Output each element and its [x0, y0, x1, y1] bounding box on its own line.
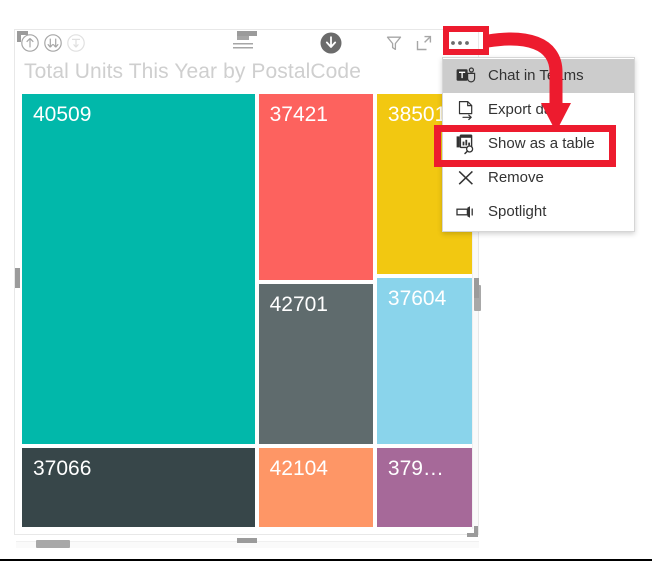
drill-mode-icon[interactable] — [319, 31, 343, 55]
more-options-context-menu[interactable]: Chat in Teams Export data Show as a tabl… — [442, 57, 635, 232]
treemap-tile[interactable]: 42701 — [256, 282, 375, 446]
selection-handle-bottom-center[interactable] — [237, 538, 257, 543]
menu-item-show-as-a-table[interactable]: Show as a table — [443, 127, 634, 161]
visual-title: Total Units This Year by PostalCode — [24, 60, 361, 83]
drill-down-icon[interactable] — [43, 33, 63, 53]
treemap-tile-label: 38501 — [387, 103, 447, 126]
menu-item-label: Export data — [488, 101, 565, 118]
treemap-tile-label: 42104 — [269, 456, 328, 480]
treemap-tile[interactable]: 379… — [374, 445, 475, 529]
selection-handle-middle-left[interactable] — [15, 268, 20, 288]
treemap-tile[interactable]: 37421 — [256, 92, 375, 283]
selection-handle-bottom-right[interactable] — [467, 526, 478, 537]
remove-icon — [455, 167, 477, 189]
menu-item-label: Remove — [488, 169, 544, 186]
treemap-tile-label: 40509 — [33, 103, 92, 126]
menu-item-label: Show as a table — [488, 135, 595, 152]
teams-icon — [455, 65, 477, 87]
treemap-tile[interactable]: 42104 — [256, 445, 375, 529]
menu-item-export-data[interactable]: Export data — [443, 93, 634, 127]
visual-horizontal-scroll-thumb[interactable] — [36, 540, 70, 548]
spotlight-icon — [455, 201, 477, 223]
export-data-icon — [455, 99, 477, 121]
show-as-table-icon — [455, 133, 477, 155]
selection-handle-middle-right[interactable] — [474, 278, 479, 298]
selection-handle-top-center[interactable] — [237, 31, 257, 36]
hierarchy-menu-icon[interactable] — [230, 33, 256, 53]
expand-all-icon[interactable] — [66, 33, 86, 53]
treemap-tile-label: 42701 — [269, 293, 328, 317]
treemap-tile[interactable]: 40509 — [20, 92, 257, 446]
filter-icon[interactable] — [384, 33, 404, 53]
screenshot-root: Total Units This Year by PostalCode 4050… — [0, 0, 652, 561]
menu-item-remove[interactable]: Remove — [443, 161, 634, 195]
treemap-tile-label: 37421 — [269, 103, 328, 126]
menu-item-label: Chat in Teams — [488, 67, 584, 84]
more-options-icon[interactable] — [446, 33, 474, 53]
selection-handle-top-left[interactable] — [17, 31, 28, 42]
treemap-tile[interactable]: 37066 — [20, 445, 257, 529]
treemap-tile-label: 37066 — [33, 456, 92, 480]
menu-item-spotlight[interactable]: Spotlight — [443, 195, 634, 229]
menu-item-chat-in-teams[interactable]: Chat in Teams — [443, 59, 634, 93]
treemap-plot-area[interactable]: 40509 37421 38501 42701 37604 37066 4210… — [20, 92, 475, 529]
menu-item-label: Spotlight — [488, 203, 547, 220]
treemap-tile-label: 37604 — [387, 286, 447, 310]
treemap-tile[interactable]: 37604 — [374, 275, 475, 446]
focus-mode-icon[interactable] — [414, 33, 434, 53]
treemap-tile-label: 379… — [387, 456, 444, 480]
